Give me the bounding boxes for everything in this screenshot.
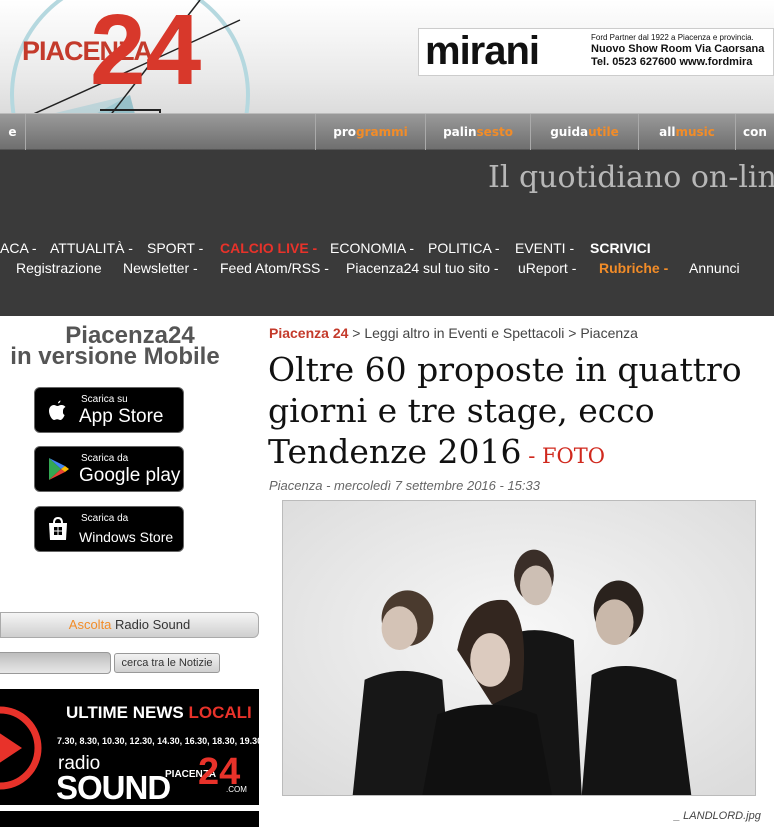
nav-link-ureport[interactable]: uReport - bbox=[518, 260, 576, 276]
menu-item-allmusic[interactable]: allmusic bbox=[638, 114, 735, 151]
mirani-ad-banner[interactable]: mirani Ford Partner dal 1922 a Piacenza … bbox=[418, 28, 774, 76]
menu-item-guidautile[interactable]: guidautile bbox=[530, 114, 638, 151]
radio-ad-ultime: ULTIME NEWS bbox=[66, 703, 184, 722]
play-icon bbox=[0, 706, 42, 790]
menu-item-programmi[interactable]: programmi bbox=[315, 114, 425, 151]
page: PIACENZA 24 mirani Ford Partner dal 1922… bbox=[0, 0, 774, 827]
nav-link-sport[interactable]: SPORT - bbox=[147, 240, 203, 256]
breadcrumb-home[interactable]: Piacenza 24 bbox=[269, 325, 348, 341]
menu-label: palin bbox=[443, 125, 477, 139]
nav-link-cronaca[interactable]: ACA - bbox=[0, 240, 37, 256]
radio-ad-sound: SOUND bbox=[56, 769, 171, 805]
nav-link-politica[interactable]: POLITICA - bbox=[428, 240, 500, 256]
nav-link-newsletter[interactable]: Newsletter - bbox=[123, 260, 198, 276]
radio-ad-times: 7.30, 8.30, 10.30, 12.30, 14.30, 16.30, … bbox=[57, 736, 259, 746]
breadcrumb: Piacenza 24 > Leggi altro in Eventi e Sp… bbox=[269, 325, 638, 341]
nav-link-rubriche[interactable]: Rubriche - bbox=[599, 260, 668, 276]
nav-link-registrazione[interactable]: Registrazione bbox=[16, 260, 102, 276]
radio-ad-headline: ULTIME NEWS LOCALI bbox=[66, 703, 252, 723]
ad-line-3: Tel. 0523 627600 www.fordmira bbox=[591, 56, 753, 68]
google-play-big: Google play bbox=[79, 465, 181, 486]
menu-label: all bbox=[659, 125, 676, 139]
menu-label: e bbox=[8, 125, 17, 139]
news-search-button[interactable]: cerca tra le Notizie bbox=[114, 653, 220, 673]
tagline: Il quotidiano on-line d bbox=[488, 160, 774, 195]
photo-caption: _ LANDLORD.jpg bbox=[674, 810, 761, 822]
article-title: Oltre 60 proposte in quattro giorni e tr… bbox=[268, 349, 774, 477]
google-play-icon bbox=[49, 458, 69, 480]
article-title-tag[interactable]: FOTO bbox=[542, 444, 605, 468]
nav-link-calcio-live[interactable]: CALCIO LIVE - bbox=[220, 240, 317, 256]
nav-link-feed[interactable]: Feed Atom/RSS - bbox=[220, 260, 329, 276]
app-store-big: App Store bbox=[79, 406, 164, 427]
windows-store-button[interactable]: Scarica da Windows Store bbox=[34, 506, 184, 552]
menu-label: con bbox=[743, 125, 767, 139]
nav-row-1: ACA - ATTUALITÀ - SPORT - CALCIO LIVE - … bbox=[0, 240, 774, 258]
listen-radio-button[interactable]: Ascolta Radio Sound bbox=[0, 612, 259, 638]
nav-link-eventi[interactable]: EVENTI - bbox=[515, 240, 574, 256]
app-store-button[interactable]: Scarica su App Store bbox=[34, 387, 184, 433]
menu-label: guida bbox=[550, 125, 589, 139]
windows-store-big: Windows Store bbox=[79, 529, 174, 545]
article-meta: Piacenza - mercoledì 7 settembre 2016 - … bbox=[269, 478, 540, 493]
menu-item-con[interactable]: con bbox=[735, 114, 774, 151]
article-photo[interactable] bbox=[282, 500, 756, 796]
windows-store-icon bbox=[49, 516, 67, 540]
ad-line-2: Nuovo Show Room Via Caorsana bbox=[591, 43, 765, 55]
ad-line-1: Ford Partner dal 1922 a Piacenza e provi… bbox=[591, 33, 754, 42]
breadcrumb-home-label: Piacenza bbox=[269, 325, 333, 341]
news-search-input[interactable] bbox=[0, 652, 111, 674]
menu-label-highlight: sesto bbox=[476, 125, 513, 139]
nav-link-attualita[interactable]: ATTUALITÀ - bbox=[50, 240, 133, 256]
ad-brand: mirani bbox=[425, 29, 540, 73]
google-play-small: Scarica da bbox=[81, 453, 129, 464]
menu-label: pro bbox=[333, 125, 357, 139]
menu-label-highlight: music bbox=[675, 125, 715, 139]
site-logo-number[interactable]: 24 bbox=[90, 0, 201, 100]
google-play-button[interactable]: Scarica da Google play bbox=[34, 446, 184, 492]
breadcrumb-home-number: 24 bbox=[332, 325, 349, 341]
windows-store-small: Scarica da bbox=[81, 513, 129, 524]
article-title-text: Oltre 60 proposte in quattro giorni e tr… bbox=[268, 350, 742, 471]
radio-ad-locali: LOCALI bbox=[188, 703, 252, 722]
menu-label-highlight: utile bbox=[588, 125, 619, 139]
radio-label: Radio Sound bbox=[115, 617, 191, 632]
radio-prefix: Ascolta bbox=[68, 617, 112, 632]
nav-row-2: Registrazione Newsletter - Feed Atom/RSS… bbox=[0, 260, 774, 278]
radio-ad-com: .COM bbox=[226, 785, 247, 794]
top-menu-bar: e programmi palinsesto guidautile allmus… bbox=[0, 113, 774, 151]
mobile-subtitle: in versione Mobile bbox=[10, 343, 220, 370]
nav-link-sul-tuo-sito[interactable]: Piacenza24 sul tuo sito - bbox=[346, 260, 499, 276]
breadcrumb-trail[interactable]: > Leggi altro in Eventi e Spettacoli > P… bbox=[348, 325, 638, 341]
apple-icon bbox=[49, 400, 66, 420]
app-store-small: Scarica su bbox=[81, 394, 128, 405]
nav-link-scrivici[interactable]: SCRIVICI bbox=[590, 240, 651, 256]
sidebar-bottom-banner bbox=[0, 811, 259, 827]
menu-item-e[interactable]: e bbox=[0, 114, 25, 151]
nav-link-annunci[interactable]: Annunci bbox=[689, 260, 740, 276]
menu-label-highlight: grammi bbox=[356, 125, 408, 139]
menu-item-palinsesto[interactable]: palinsesto bbox=[425, 114, 530, 151]
radio-sound-ad[interactable]: ULTIME NEWS LOCALI 7.30, 8.30, 10.30, 12… bbox=[0, 689, 259, 805]
article-title-dash: - bbox=[521, 444, 542, 468]
nav-link-economia[interactable]: ECONOMIA - bbox=[330, 240, 414, 256]
menu-spacer bbox=[25, 114, 315, 151]
